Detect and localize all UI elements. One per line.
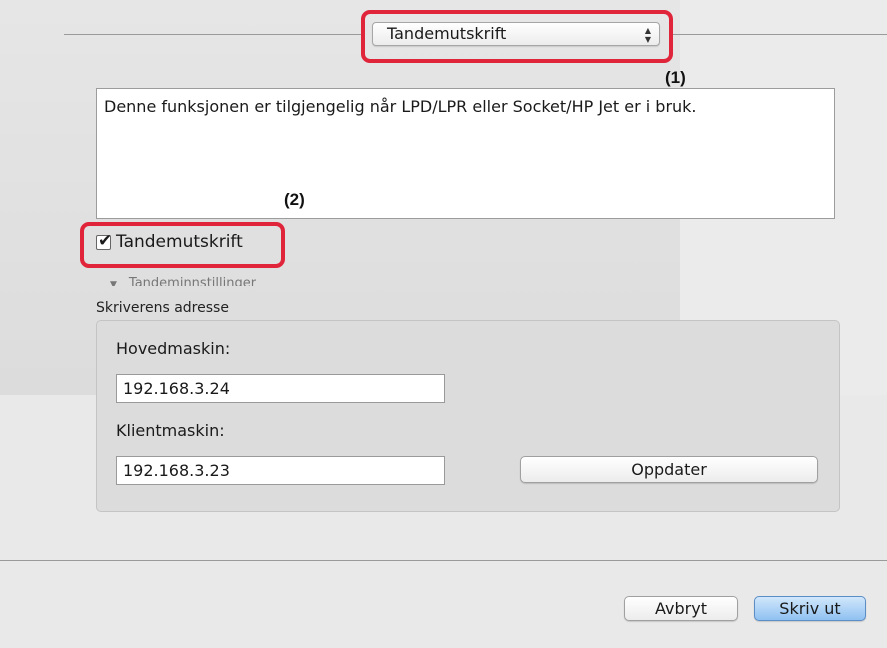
callout-label-1: (1) [665,68,686,87]
disclosure-label: Tandeminnstillinger [128,277,257,286]
separator-right [670,34,887,35]
callout-box-checkbox [80,222,285,268]
client-label: Klientmaskin: [116,421,225,440]
callout-box-popup [361,10,673,63]
master-label: Hovedmaskin: [116,339,231,358]
footer-separator [0,560,887,561]
disclosure-triangle-icon: ▼ [110,280,117,286]
callout-label-2: (2) [284,190,305,209]
tandem-settings-disclosure[interactable]: ▼ Tandeminnstillinger [110,277,256,286]
client-address-field[interactable]: 192.168.3.23 [116,456,445,485]
printer-address-title: Skriverens adresse [96,300,229,316]
separator-left [64,34,364,35]
print-button[interactable]: Skriv ut [754,596,866,621]
update-button[interactable]: Oppdater [520,456,818,483]
cancel-button[interactable]: Avbryt [624,596,738,621]
master-address-field[interactable]: 192.168.3.24 [116,374,445,403]
info-text-area: Denne funksjonen er tilgjengelig når LPD… [96,88,835,219]
info-text: Denne funksjonen er tilgjengelig når LPD… [104,97,697,116]
